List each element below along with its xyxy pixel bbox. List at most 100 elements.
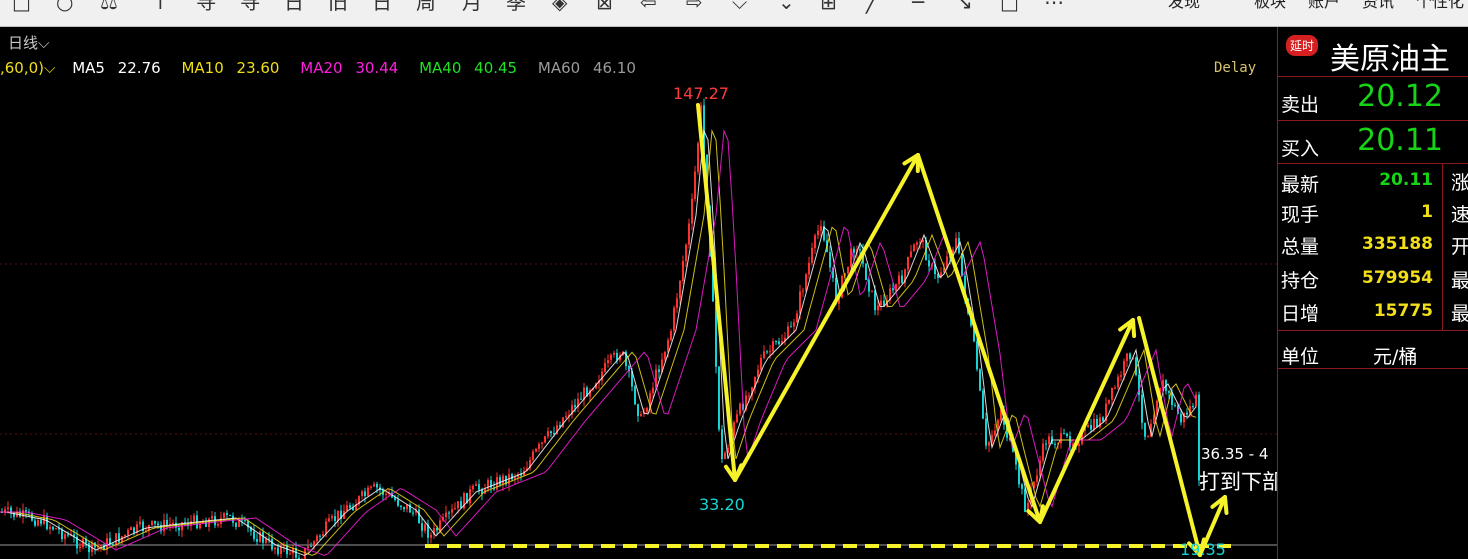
menu-personalize[interactable]: 个性化 <box>1416 0 1464 12</box>
candle-body <box>271 538 273 550</box>
candle-body <box>166 519 168 525</box>
candle-body <box>1141 394 1143 423</box>
candle-body <box>1174 404 1176 406</box>
row-label-open-interest: 持仓 <box>1281 270 1320 292</box>
candle-body <box>448 512 450 514</box>
candle-body <box>910 251 912 257</box>
candle-body <box>133 527 135 533</box>
candle-body <box>610 354 612 361</box>
history-tool-icon[interactable]: 旧 <box>328 0 348 12</box>
expand-tool-icon[interactable]: ◈ <box>552 0 567 12</box>
menu-sectors[interactable]: 板块 <box>1254 0 1286 12</box>
candle-body <box>256 538 258 542</box>
trend-arrow-segment <box>1038 318 1135 524</box>
row-label-latest: 最新 <box>1281 174 1320 196</box>
mid-low-price-label: 33.20 <box>699 495 745 514</box>
candle-body <box>907 256 909 270</box>
back-arrow-icon[interactable]: ⇦ <box>640 0 657 12</box>
candle-body <box>394 497 396 500</box>
candle-body <box>1180 413 1182 423</box>
collapse-icon[interactable]: ⌵ <box>732 0 747 12</box>
candle-body <box>721 429 723 460</box>
candle-body <box>613 352 615 355</box>
candle-body <box>400 505 402 507</box>
candle-body <box>658 369 660 373</box>
up-arrow-tool-icon[interactable]: ↑ <box>152 0 169 12</box>
circle-tool-icon[interactable]: ○ <box>56 0 73 12</box>
row-value-open-interest: 579954 <box>1362 268 1433 288</box>
candle-body <box>853 248 855 253</box>
candle-body <box>790 326 792 328</box>
search-tool-icon[interactable]: 寻 <box>196 0 216 12</box>
candle-body <box>25 510 27 512</box>
day-tool-icon[interactable]: 日 <box>284 0 304 12</box>
candle-body <box>637 404 639 417</box>
divider <box>1278 368 1468 369</box>
candle-body <box>547 431 549 437</box>
candle-body <box>532 451 534 460</box>
candle-body <box>763 351 765 358</box>
rectangle-tool-icon[interactable]: □ <box>12 0 31 12</box>
row-value-volume: 335188 <box>1362 234 1433 254</box>
line-tool-icon[interactable]: ╱ <box>866 0 878 12</box>
candle-body <box>1093 418 1095 430</box>
candle-body <box>229 514 231 516</box>
monthly-period-button[interactable]: 月 <box>462 0 482 12</box>
candle-body <box>178 527 180 531</box>
menu-account[interactable]: 账户 <box>1308 0 1340 12</box>
grid-tool-icon[interactable]: ⊞ <box>820 0 837 12</box>
candle-body <box>88 543 90 553</box>
search-tool-2-icon[interactable]: 寻 <box>240 0 260 12</box>
candle-body <box>334 516 336 521</box>
candle-body <box>673 307 675 331</box>
quarterly-period-button[interactable]: 季 <box>506 0 526 12</box>
period-selector[interactable]: 日线⌵ <box>8 32 49 53</box>
candle-body <box>544 436 546 443</box>
candle-body <box>757 369 759 377</box>
candle-body <box>211 516 213 519</box>
candle-body <box>139 521 141 525</box>
candle-body <box>457 501 459 509</box>
kline-chart[interactable] <box>0 27 1277 559</box>
candle-body <box>403 506 405 510</box>
candle-body <box>223 512 225 518</box>
daily-period-button[interactable]: 日 <box>372 0 392 12</box>
candle-body <box>67 534 69 536</box>
candle-body <box>7 507 9 510</box>
candle-body <box>688 223 690 245</box>
candle-body <box>796 313 798 323</box>
candle-body <box>1096 418 1098 427</box>
more-tools-icon[interactable]: ⋯ <box>1044 0 1064 12</box>
candle-body <box>874 290 876 311</box>
ray-tool-icon[interactable]: ↘ <box>956 0 973 12</box>
ma20-value: 30.44 <box>355 59 399 77</box>
candle-body <box>748 395 750 397</box>
ma-legend: ,60,0)⌵ MA5 22.76 MA10 23.60 MA20 30.44 … <box>0 59 652 77</box>
candle-body <box>244 520 246 522</box>
menu-news[interactable]: 资讯 <box>1362 0 1394 12</box>
candle-body <box>1045 443 1047 445</box>
candle-body <box>805 274 807 291</box>
forward-arrow-icon[interactable]: ⇨ <box>686 0 703 12</box>
candle-body <box>1036 475 1038 482</box>
chevron-down-icon[interactable]: ⌵ <box>44 59 55 77</box>
weekly-period-button[interactable]: 周 <box>416 0 436 12</box>
hline-tool-icon[interactable]: ─ <box>912 0 924 12</box>
candle-body <box>718 366 720 430</box>
shrink-tool-icon[interactable]: ⊠ <box>596 0 613 12</box>
instrument-title: 美原油主 <box>1330 42 1450 77</box>
chevron-down-icon[interactable]: ⌄ <box>778 0 795 12</box>
top-toolbar: □ ○ ⚖ ↑ 寻 寻 日 旧 日 周 月 季 ◈ ⊠ ⇦ ⇨ ⌵ ⌄ ⊞ ╱ … <box>0 0 1468 27</box>
chevron-down-icon: ⌵ <box>38 34 50 52</box>
row-extra-open: 开 <box>1451 236 1468 258</box>
candle-body <box>1060 433 1062 444</box>
candle-body <box>220 517 222 524</box>
candle-body <box>367 487 369 496</box>
candle-body <box>412 512 414 514</box>
candle-body <box>679 280 681 299</box>
candle-body <box>859 249 861 251</box>
box-tool-icon[interactable]: □ <box>1000 0 1019 12</box>
balance-tool-icon[interactable]: ⚖ <box>100 0 118 12</box>
candle-body <box>607 360 609 364</box>
menu-discover[interactable]: 发现 <box>1168 0 1200 12</box>
